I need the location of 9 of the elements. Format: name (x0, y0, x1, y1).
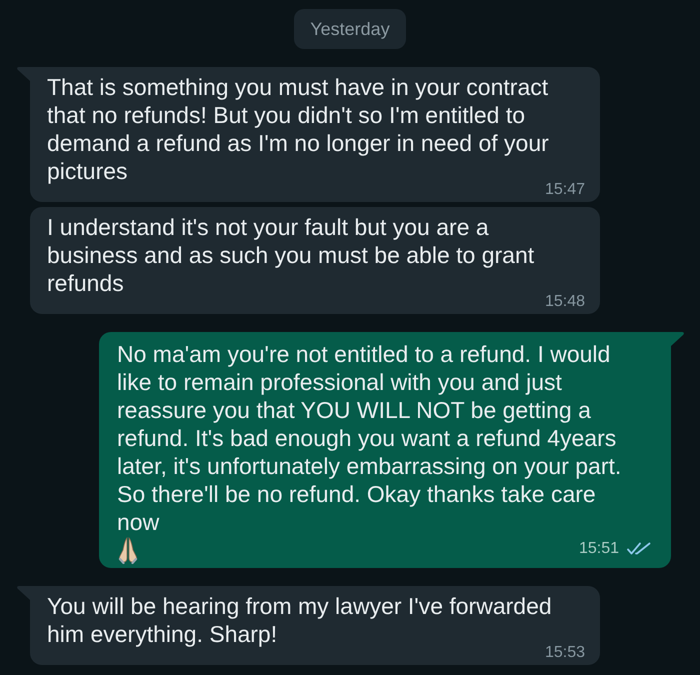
message-text: I understand it's not your fault but you are a business and as such you must be able to grant refunds (47, 213, 536, 297)
message-time: 15:53 (544, 645, 585, 661)
message-time: 15:47 (544, 182, 585, 198)
message-text: No ma'am you're not entitled to a refund. I would like to remain professional with you and just reassure you that YOU WILL NOT be getting a refund. It's bad enough you want a refund 4years later, it's unfortunately embarrassing on your part. So there'll be no refund. Okay thanks take care now (117, 340, 622, 536)
message-text: You will be hearing from my lawyer I've forwarded him everything. Sharp! (47, 592, 552, 647)
message-time: 15:48 (544, 294, 585, 310)
message-time: 15:51 (578, 540, 619, 556)
message-text: That is something you must have in your contract that no refunds! But you didn't so I'm entitled to demand a refund as I'm no longer in need of your pictures (47, 73, 549, 184)
date-chip: Yesterday (294, 9, 406, 49)
